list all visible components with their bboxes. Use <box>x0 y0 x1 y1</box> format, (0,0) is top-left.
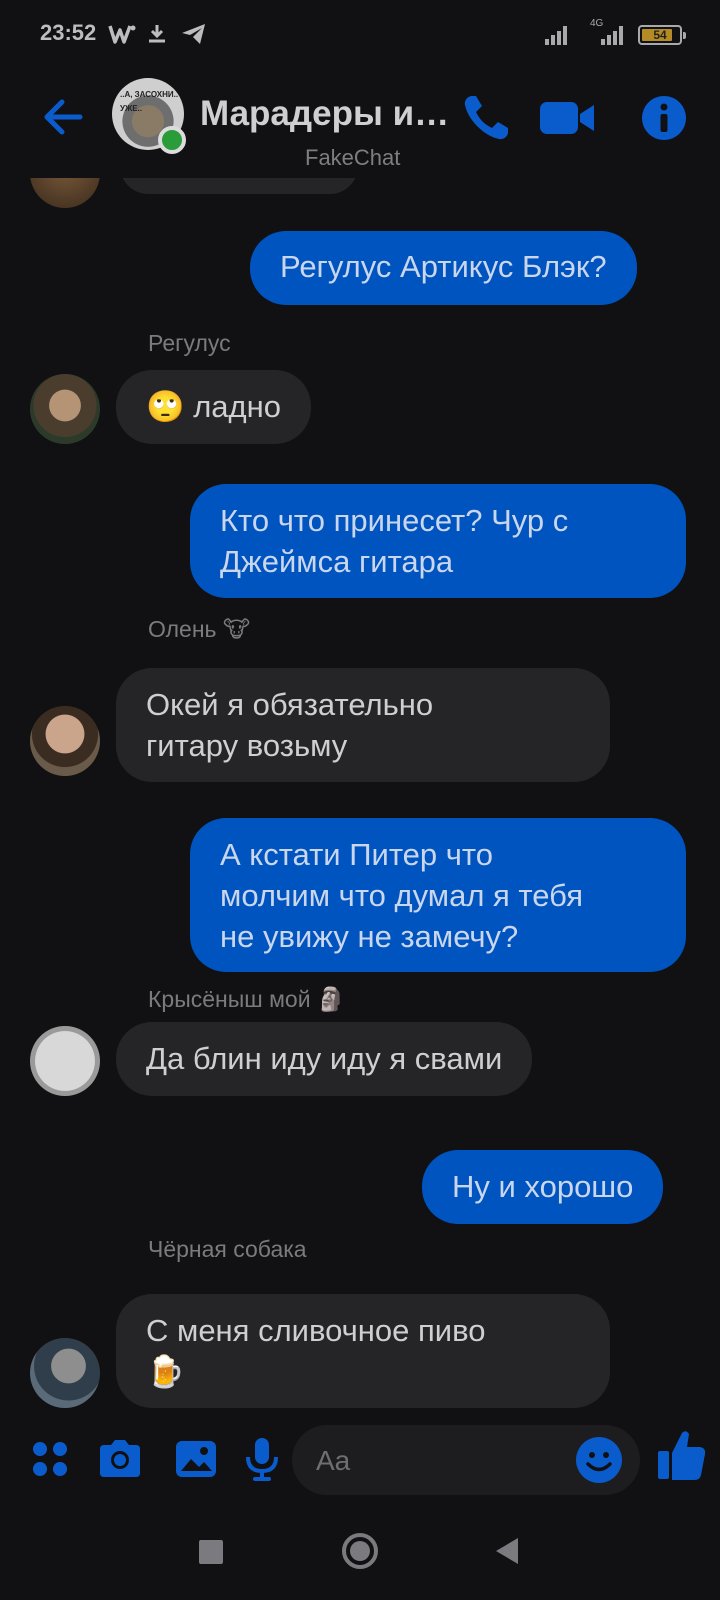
sender-name: Чёрная собака <box>148 1236 307 1262</box>
status-bar: 23:52 4G 54 <box>0 0 720 70</box>
message-bubble-incoming[interactable]: Окей я обязательно гитару возьму <box>116 668 610 782</box>
telegram-icon <box>182 24 205 44</box>
gallery-icon[interactable] <box>172 1435 220 1483</box>
avatar[interactable] <box>30 1026 100 1096</box>
sender-name: Олень 🐮 <box>148 616 251 642</box>
message-bubble-outgoing[interactable]: Ну и хорошо <box>422 1150 664 1224</box>
message-bubble-outgoing[interactable]: Кто что принесет? Чур с Джеймса гитара <box>190 484 686 598</box>
battery-level: 54 <box>653 28 667 42</box>
video-call-icon[interactable] <box>536 90 598 146</box>
message-line: А кстати Питер что <box>220 837 494 872</box>
message-bubble-incoming[interactable]: 🙄 ладно <box>116 370 311 444</box>
message-line: Окей я обязательно <box>146 687 434 722</box>
message-line: гитару возьму <box>146 728 348 763</box>
recents-square-icon[interactable] <box>196 1537 226 1567</box>
avatar[interactable] <box>30 1338 100 1408</box>
group-avatar-caption: ..А, ЗАСОХНИ.. УЖЕ.. <box>120 90 179 113</box>
composer: Aa <box>0 1415 720 1515</box>
avatar[interactable] <box>30 706 100 776</box>
message-input-placeholder: Aa <box>316 1445 351 1476</box>
message-line: С меня сливочное пиво <box>146 1313 486 1348</box>
thumbs-up-icon[interactable] <box>656 1427 708 1483</box>
chat-title[interactable]: Марадеры и … <box>200 94 458 134</box>
download-icon <box>149 25 165 43</box>
sender-name: Крысёныш мой 🗿 <box>148 986 346 1012</box>
status-time: 23:52 <box>40 20 97 45</box>
message-input[interactable]: Aa <box>292 1425 640 1495</box>
back-arrow-icon[interactable] <box>38 92 88 142</box>
home-circle-icon[interactable] <box>340 1531 380 1571</box>
camera-icon[interactable] <box>96 1435 144 1483</box>
message-line: не увижу не замечу? <box>220 919 519 954</box>
message-list[interactable]: Регулус Артикус Блэк? Регулус 🙄 ладно Кт… <box>0 178 720 1415</box>
chat-header: ..А, ЗАСОХНИ.. УЖЕ.. Марадеры и … FakeCh… <box>0 70 720 178</box>
apps-grid-icon[interactable] <box>26 1435 74 1483</box>
system-nav-bar <box>0 1515 720 1600</box>
emoji-icon[interactable] <box>574 1435 624 1485</box>
message-bubble-incoming[interactable] <box>120 178 358 194</box>
chat-subtitle: FakeChat <box>305 145 401 170</box>
message-line: 🍺 <box>146 1354 185 1389</box>
microphone-icon[interactable] <box>238 1435 286 1483</box>
message-bubble-incoming[interactable]: Да блин иду иду я свами <box>116 1022 533 1096</box>
battery-icon: 54 <box>638 25 686 45</box>
signal-4g-icon <box>601 26 623 45</box>
message-bubble-incoming[interactable]: С меня сливочное пиво 🍺 <box>116 1294 610 1408</box>
phone-icon[interactable] <box>458 90 514 146</box>
avatar[interactable] <box>30 374 100 444</box>
message-bubble-outgoing[interactable]: Регулус Артикус Блэк? <box>250 231 637 305</box>
w-app-icon <box>108 25 136 44</box>
avatar[interactable] <box>30 178 100 208</box>
message-line: Кто что принесет? Чур с <box>220 503 569 538</box>
message-line: Джеймса гитара <box>220 544 454 579</box>
back-triangle-icon[interactable] <box>492 1535 522 1567</box>
signal-icon <box>545 26 567 45</box>
sender-name: Регулус <box>148 330 231 356</box>
message-line: молчим что думал я тебя <box>220 878 584 913</box>
info-icon[interactable] <box>636 90 692 146</box>
online-indicator <box>158 126 186 154</box>
message-bubble-outgoing[interactable]: А кстати Питер что молчим что думал я те… <box>190 818 686 972</box>
